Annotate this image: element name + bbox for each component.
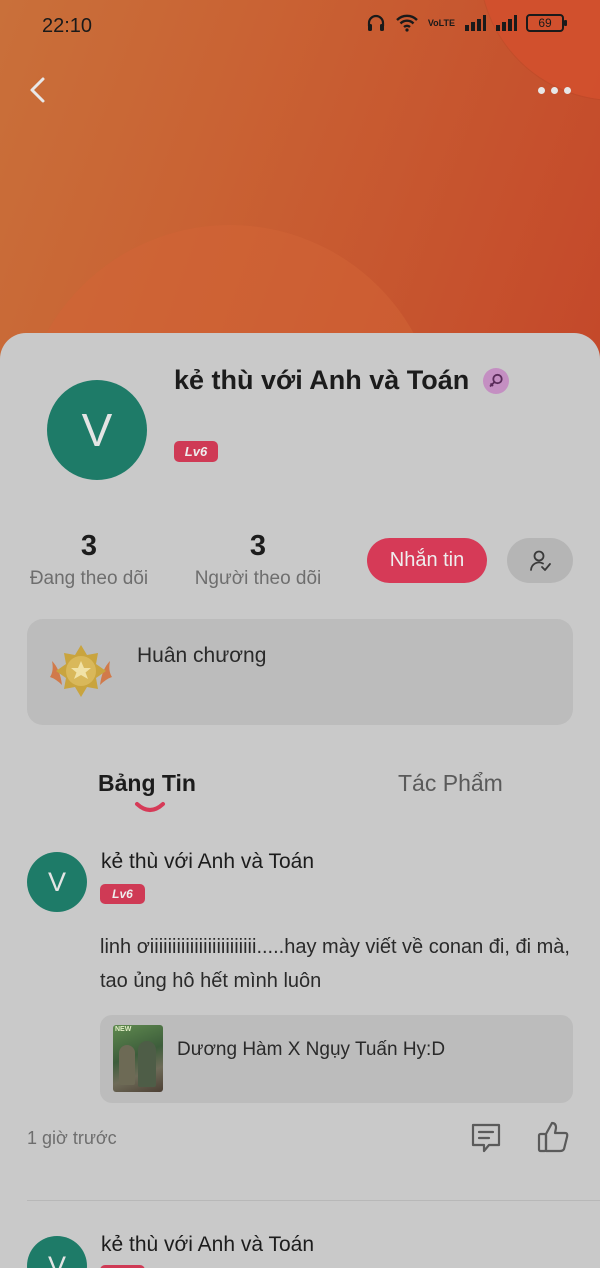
status-time: 22:10 (42, 15, 93, 37)
following-stat[interactable]: 3 Đang theo dõi (26, 530, 152, 590)
active-tab-indicator (135, 802, 165, 812)
followers-label: Người theo dõi (194, 568, 322, 589)
post-divider (27, 1200, 600, 1201)
message-button[interactable]: Nhắn tin (367, 538, 487, 583)
battery-level: 69 (538, 16, 552, 30)
volte-indicator: VoLTE (427, 17, 455, 28)
comment-icon[interactable] (470, 1121, 502, 1155)
more-icon-dot (563, 86, 571, 94)
followers-stat[interactable]: 3 Người theo dõi (190, 530, 326, 590)
follow-button[interactable] (507, 538, 573, 583)
back-arrow-icon (30, 77, 45, 103)
avatar[interactable]: V (47, 380, 147, 480)
tab-news-feed[interactable]: Bảng Tin (98, 770, 196, 797)
status-bar: 22:10 VoLTE 69 (0, 0, 600, 52)
story-cover-image: NEW (113, 1025, 163, 1092)
medal-label: Huân chương (137, 644, 267, 667)
profile-name: kẻ thù với Anh và Toán (174, 365, 470, 395)
level-badge: Lv6 (174, 441, 218, 462)
profile-header-background (0, 0, 600, 380)
new-badge: NEW (115, 1026, 132, 1033)
more-icon-dot (550, 86, 558, 94)
medal-icon (50, 645, 112, 697)
post-author-name-2[interactable]: kẻ thù với Anh và Toán (101, 1233, 314, 1257)
signal-icon (465, 15, 486, 31)
back-button[interactable] (22, 72, 58, 108)
story-title: Dương Hàm X Ngụy Tuấn Hy:D (177, 1039, 446, 1060)
post-level-badge: Lv6 (100, 884, 145, 904)
signal-icon-2 (496, 15, 517, 31)
followers-count: 3 (249, 530, 267, 562)
post-timestamp: 1 giờ trước (27, 1128, 117, 1148)
more-icon-dot (537, 86, 545, 94)
status-icons: VoLTE 69 (366, 14, 567, 32)
post-text: linh ơiiiiiiiiiiiiiiiiiiiiiiii.....hay m… (100, 936, 570, 992)
following-count: 3 (80, 530, 98, 562)
wifi-icon (395, 14, 418, 32)
headphones-icon (367, 14, 384, 31)
volte-label: VoLTE (427, 17, 455, 28)
following-label: Đang theo dõi (29, 568, 149, 589)
follow-user-icon (530, 550, 551, 571)
like-icon[interactable] (536, 1120, 570, 1154)
post-author-name[interactable]: kẻ thù với Anh và Toán (101, 850, 314, 874)
female-icon (483, 368, 509, 394)
more-options-button[interactable] (534, 80, 574, 100)
post-author-avatar[interactable]: V (27, 852, 87, 912)
battery-icon: 69 (526, 14, 567, 32)
tab-works[interactable]: Tác Phẩm (398, 770, 503, 797)
